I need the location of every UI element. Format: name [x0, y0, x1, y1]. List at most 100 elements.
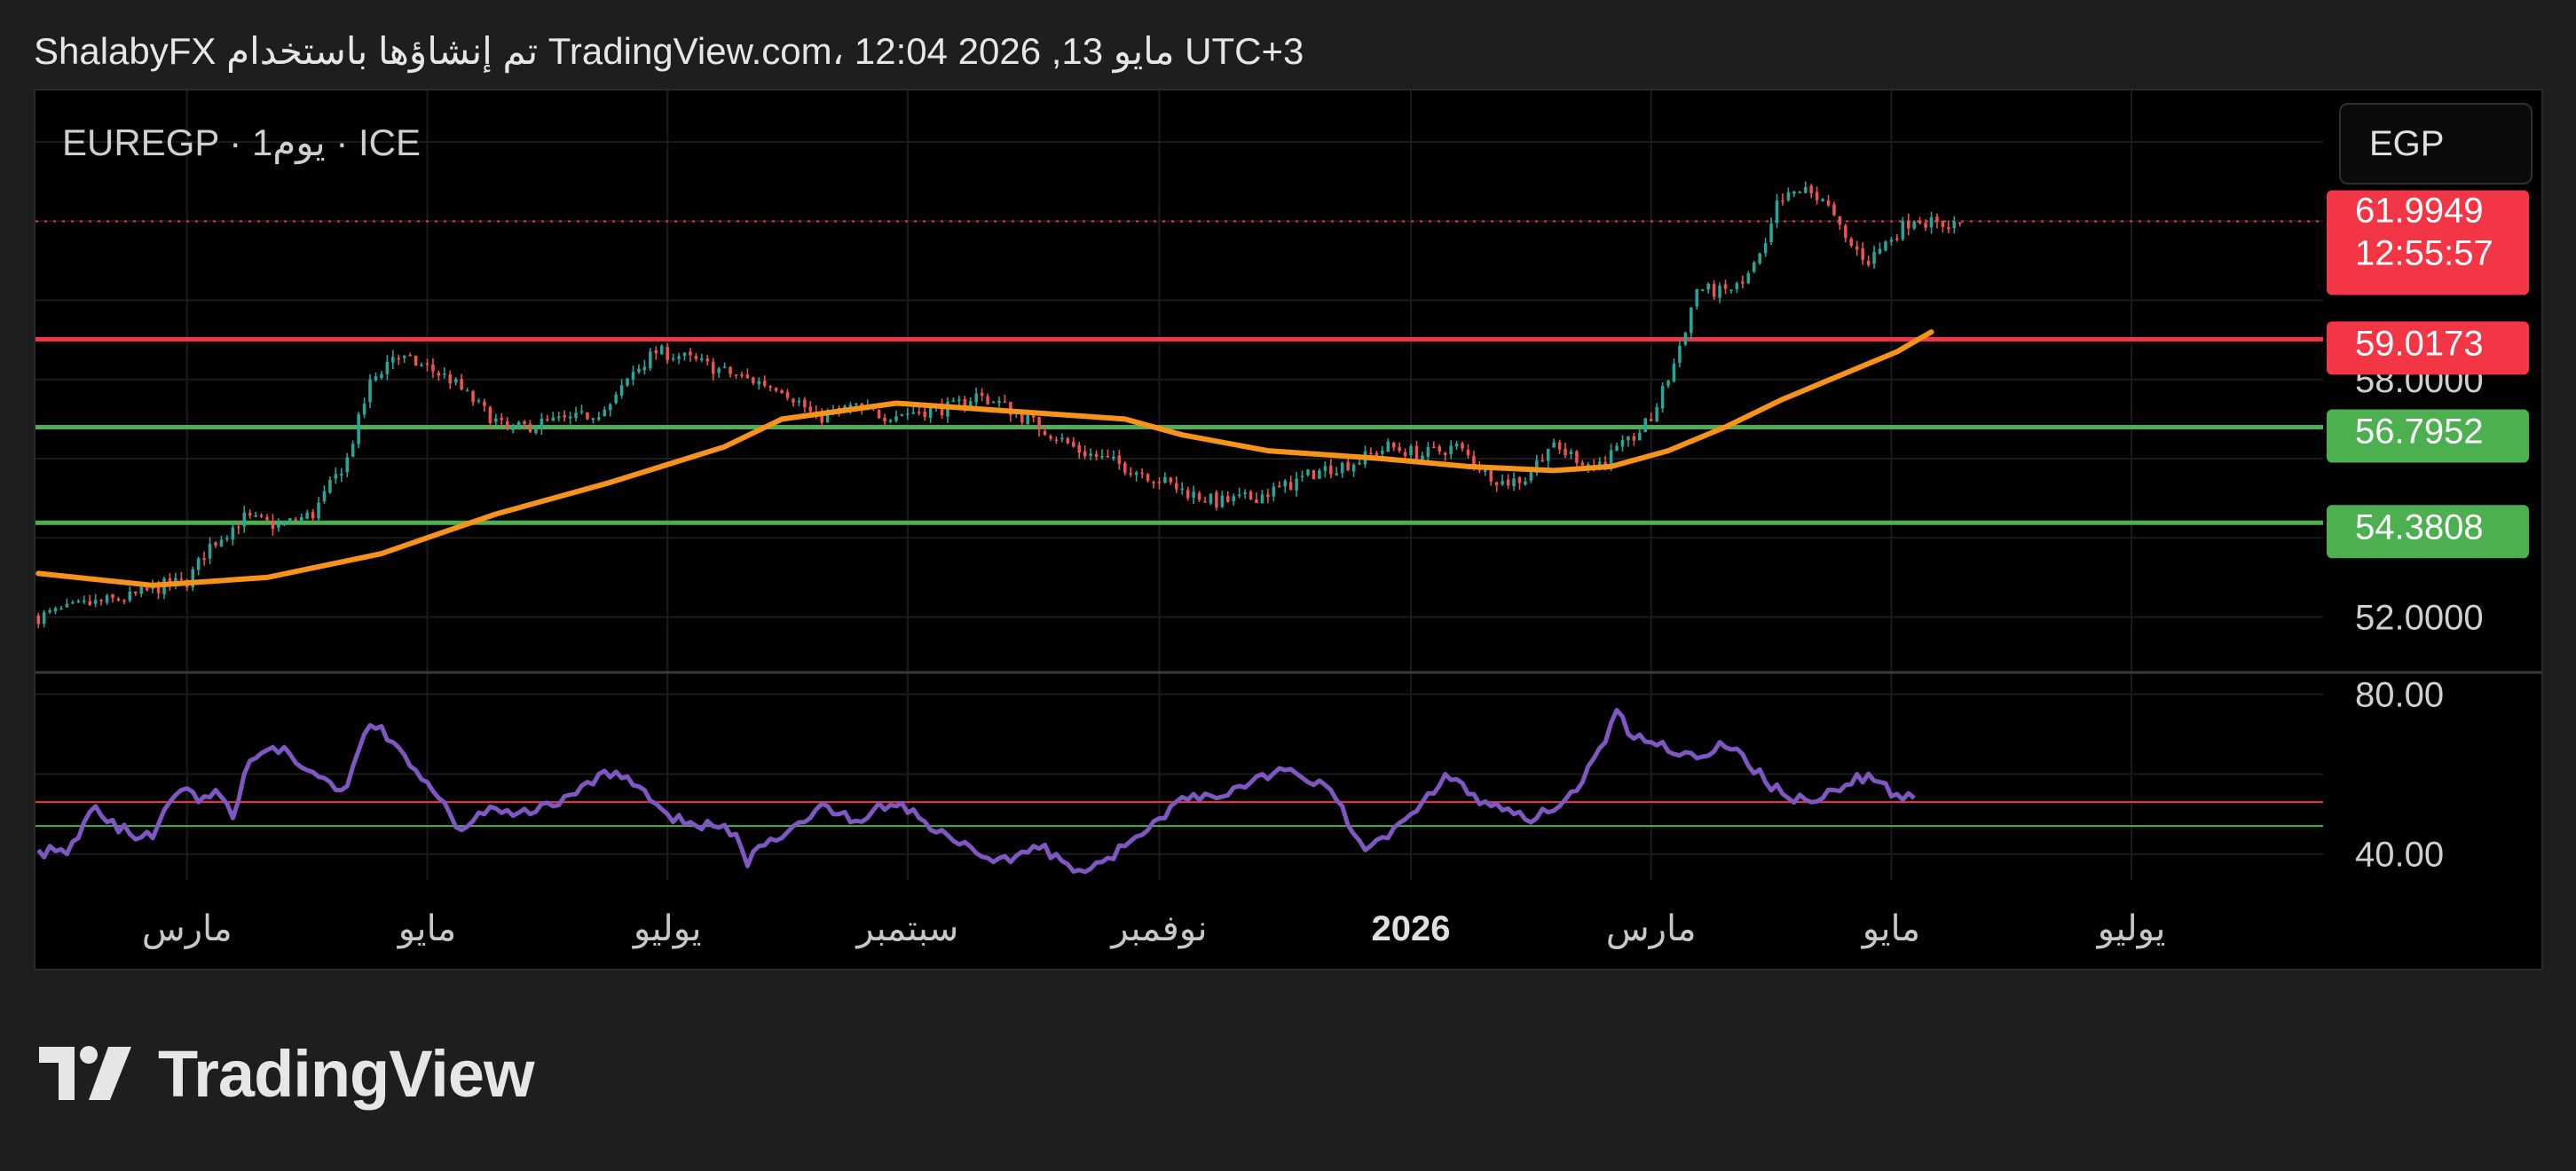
- candle-body: [757, 381, 761, 385]
- candle-body: [1529, 472, 1533, 481]
- candle-body: [923, 411, 926, 418]
- candle-body: [122, 600, 126, 602]
- candle-body: [271, 520, 275, 530]
- candle-body: [294, 519, 298, 522]
- candle-body: [700, 358, 704, 360]
- candle-body: [689, 351, 692, 356]
- candle-body: [431, 364, 435, 372]
- candle-body: [1506, 479, 1510, 486]
- candle-body: [608, 404, 612, 411]
- time-axis-label: يوليو: [2096, 909, 2166, 949]
- last-price-tag: 61.994912:55:57: [2327, 190, 2529, 295]
- candle-body: [1375, 452, 1379, 456]
- candle-body: [1746, 273, 1751, 284]
- candle-body: [196, 558, 201, 570]
- candle-body: [334, 474, 338, 479]
- candle-body: [980, 392, 984, 397]
- candle-body: [1929, 216, 1934, 228]
- candle-body: [1386, 441, 1390, 452]
- candle-body: [528, 423, 532, 432]
- time-axis-label: يوليو: [632, 909, 702, 949]
- candle-body: [666, 347, 669, 361]
- candle-body: [1838, 216, 1842, 225]
- candle-body: [877, 410, 881, 419]
- chart-panel[interactable]: 64.000058.000052.000080.0040.00مارسمايوي…: [34, 89, 2543, 971]
- candle-body: [1866, 260, 1871, 265]
- candle-body: [768, 386, 772, 388]
- level-price-tag: 56.7952: [2327, 409, 2529, 463]
- candle-body: [1215, 492, 1218, 507]
- candle-body: [254, 515, 257, 517]
- candle-body: [1649, 419, 1653, 421]
- candle-body: [540, 418, 544, 429]
- level-price-tag-text: 59.0173: [2355, 324, 2484, 363]
- candle-body: [1803, 186, 1808, 193]
- candle-body: [99, 600, 103, 601]
- candle-body: [906, 413, 910, 415]
- price-tags: 61.994912:55:57 59.0173 56.7952 54.3808: [2327, 190, 2529, 559]
- candle-body: [523, 420, 526, 425]
- candle-body: [1501, 481, 1504, 485]
- candle-body: [671, 358, 675, 360]
- candle-body: [317, 502, 320, 519]
- candle-body: [36, 616, 40, 625]
- candle-body: [1706, 284, 1710, 290]
- candle-body: [1266, 494, 1270, 497]
- candle-body: [111, 593, 114, 598]
- candle-body: [1575, 451, 1579, 464]
- candles: [36, 181, 1962, 628]
- currency-button[interactable]: EGP: [2339, 103, 2533, 185]
- candle-body: [1884, 241, 1887, 251]
- candle-body: [1655, 407, 1658, 422]
- candle-body: [614, 394, 618, 404]
- candle-body: [1306, 469, 1310, 475]
- candle-body: [774, 388, 778, 391]
- candle-body: [128, 591, 132, 601]
- candle-body: [1340, 462, 1344, 474]
- candle-body: [1912, 221, 1916, 229]
- candle-body: [637, 368, 641, 373]
- candle-body: [1381, 450, 1384, 454]
- candle-body: [71, 601, 75, 604]
- candle-body: [88, 601, 91, 606]
- candle-body: [237, 526, 240, 529]
- candle-body: [345, 457, 350, 473]
- rsi-axis-label: 80.00: [2355, 676, 2444, 715]
- candle-body: [42, 612, 46, 625]
- candle-body: [1094, 453, 1099, 458]
- candle-body: [1209, 493, 1213, 504]
- candle-body: [1054, 439, 1059, 441]
- candle-body: [603, 409, 607, 417]
- candle-body: [682, 352, 687, 356]
- candle-body: [1003, 401, 1007, 404]
- candle-body: [1889, 240, 1894, 242]
- candle-body: [408, 355, 412, 357]
- candle-body: [83, 600, 86, 602]
- candle-body: [568, 416, 572, 419]
- candle-body: [1146, 474, 1150, 481]
- candle-body: [453, 379, 458, 383]
- candle-body: [1243, 492, 1247, 495]
- last-price-tag-text: 12:55:57: [2355, 233, 2493, 272]
- time-axis-label: سبتمبر: [855, 909, 958, 949]
- candle-body: [1106, 455, 1110, 458]
- candle-body: [1255, 499, 1258, 503]
- time-axis-label: 2026: [1372, 909, 1451, 948]
- tradingview-logo-icon: [39, 1046, 131, 1100]
- chart-canvas[interactable]: 64.000058.000052.000080.0040.00مارسمايوي…: [35, 90, 2541, 969]
- candle-body: [1855, 246, 1859, 250]
- candle-body: [1123, 463, 1127, 473]
- candle-body: [1295, 478, 1298, 491]
- level-lines: [35, 220, 2323, 828]
- candle-body: [1443, 452, 1447, 456]
- candle-body: [563, 415, 566, 418]
- symbol-interval-label[interactable]: EUREGP · 1يوم · ICE: [62, 121, 421, 164]
- time-axis-label: مارس: [1606, 909, 1697, 949]
- candle-body: [762, 381, 767, 386]
- candle-body: [179, 578, 184, 580]
- candle-body: [1918, 220, 1922, 224]
- candle-body: [900, 413, 904, 416]
- candle-body: [1540, 460, 1545, 462]
- candle-body: [1512, 478, 1516, 486]
- candle-body: [1878, 248, 1882, 254]
